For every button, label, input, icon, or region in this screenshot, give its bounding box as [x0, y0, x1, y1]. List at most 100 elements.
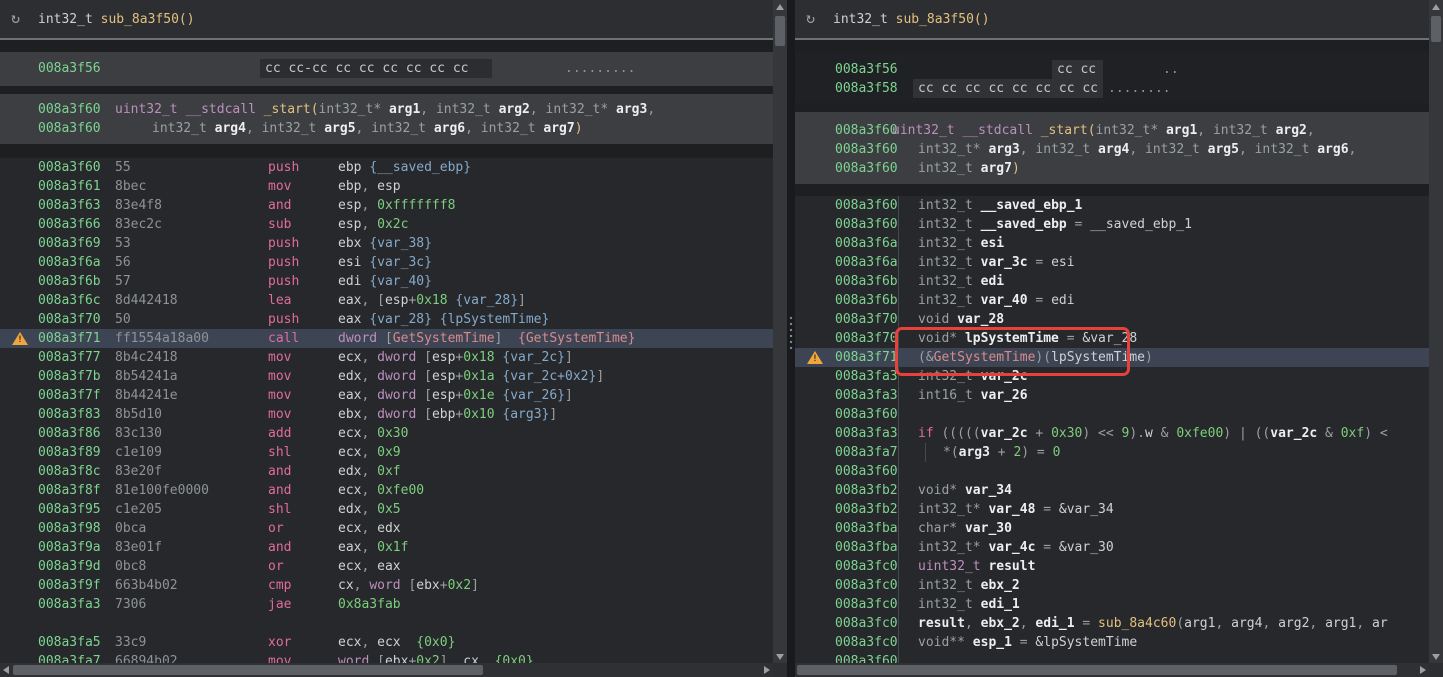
hlil-row[interactable]: 008a3fc0int32_t edi_1	[795, 595, 1429, 614]
byte-row[interactable]: 008a3f56cc cc..	[795, 60, 1429, 79]
disasm-row[interactable]: 008a3f980bcaorecx, edx	[0, 519, 773, 538]
operands: edi {var_40}	[338, 272, 432, 291]
byte-row[interactable]: 008a3f58cc cc cc cc cc cc cc cc........	[795, 79, 1429, 98]
disasm-row[interactable]: 008a3f6383e4f8andesp, 0xfffffff8	[0, 196, 773, 215]
address: 008a3f6a	[835, 253, 898, 272]
hlil-row[interactable]: 008a3f60	[795, 462, 1429, 481]
disasm-row[interactable]: 008a3fa533c9xorecx, ecx {0x0}	[0, 633, 773, 652]
disasm-row[interactable]: 008a3f9a83e01fandeax, 0x1f	[0, 538, 773, 557]
scroll-left-arrow[interactable]	[0, 663, 14, 677]
disasm-row[interactable]: 008a3f7050pusheax {var_28} {lpSystemTime…	[0, 310, 773, 329]
scrollbar-thumb[interactable]	[797, 665, 1397, 675]
code-token: arg6	[1317, 142, 1348, 157]
hlil-row[interactable]: 008a3f6bint32_t edi	[795, 272, 1429, 291]
code-token: 0x9	[377, 445, 400, 460]
hlil-row[interactable]: 008a3f60	[795, 652, 1429, 663]
byte-row[interactable]: 008a3f56 cc cc-cc cc cc cc cc cc cc ....…	[0, 59, 773, 78]
hlil-row[interactable]: 008a3fb2int32_t* var_48 = &var_34	[795, 500, 1429, 519]
hlil-row[interactable]: 008a3f70void var_28	[795, 310, 1429, 329]
code-token: int32_t	[918, 255, 981, 270]
hlil-row[interactable]: 008a3fb2void* var_34	[795, 481, 1429, 500]
disasm-row[interactable]: 008a3f6c8d442418leaeax, [esp+0x18 {var_2…	[0, 291, 773, 310]
scrollbar-thumb[interactable]	[1431, 16, 1441, 42]
code-token	[491, 102, 499, 117]
disasm-row[interactable]: 008a3f6683ec2csubesp, 0x2c	[0, 215, 773, 234]
address: 008a3fa3	[835, 367, 898, 386]
disasm-row[interactable]: 008a3fa766894b02movword [ebx+0x2], cx {0…	[0, 652, 773, 663]
address: 008a3fa3	[835, 386, 898, 405]
disasm-row[interactable]: 008a3f71ff1554a18a00calldword [GetSystem…	[0, 329, 773, 348]
code-token: int32_t	[481, 121, 536, 136]
signature-row[interactable]: 008a3f60int32_t* arg3, int32_t arg4, int…	[795, 140, 1429, 159]
scrollbar-thumb[interactable]	[775, 16, 785, 46]
disasm-row[interactable]: 008a3f6055pushebp {__saved_ebp}	[0, 158, 773, 177]
code-token: esp	[377, 179, 400, 194]
code-token: ebx	[338, 407, 361, 422]
address: 008a3f56	[835, 60, 898, 79]
disasm-row[interactable]: 008a3f8f81e100fe0000andecx, 0xfe00	[0, 481, 773, 500]
signature-row[interactable]: 008a3f60int32_t arg4, int32_t arg5, int3…	[0, 119, 773, 138]
hlil-row[interactable]: 008a3fa3if (((((var_2c + 0x30) << 9).w &…	[795, 424, 1429, 443]
scroll-right-arrow[interactable]	[759, 663, 773, 677]
hlil-row[interactable]: 008a3fc0uint32_t result	[795, 557, 1429, 576]
hlil-row[interactable]: 008a3fa3int32_t var_2c	[795, 367, 1429, 386]
signature-row[interactable]: 008a3f60int32_t arg7)	[795, 159, 1429, 178]
operands: eax, [esp+0x18 {var_28}]	[338, 291, 526, 310]
pane-splitter[interactable]	[787, 0, 795, 677]
disasm-row[interactable]: 008a3f95c1e205shledx, 0x5	[0, 500, 773, 519]
code-token: __stdcall	[962, 123, 1032, 138]
disasm-row[interactable]: 008a3fa37306jae0x8a3fab	[0, 595, 773, 614]
hlil-row[interactable]: 008a3fbachar* var_30	[795, 519, 1429, 538]
hlil-row[interactable]: 008a3fa3int16_t var_26	[795, 386, 1429, 405]
disasm-row[interactable]: 008a3f6b57pushedi {var_40}	[0, 272, 773, 291]
address: 008a3f77	[38, 348, 101, 367]
disasm-row[interactable]: 008a3f9f663b4b02cmpcx, word [ebx+0x2]	[0, 576, 773, 595]
hlil-row[interactable]: 008a3f71(&GetSystemTime)(lpSystemTime)	[795, 348, 1429, 367]
disasm-row[interactable]	[0, 614, 773, 633]
code-token: =	[1012, 635, 1035, 650]
disasm-row[interactable]: 008a3f778b4c2418movecx, dword [esp+0x18 …	[0, 348, 773, 367]
disasm-row[interactable]: 008a3f9d0bc8orecx, eax	[0, 557, 773, 576]
address: 008a3f70	[835, 310, 898, 329]
mnemonic: mov	[268, 177, 291, 196]
scroll-right-arrow[interactable]	[1415, 663, 1429, 677]
hlil-row[interactable]: 008a3fc0int32_t ebx_2	[795, 576, 1429, 595]
disasm-row[interactable]: 008a3f618becmovebp, esp	[0, 177, 773, 196]
hlil-row[interactable]: 008a3fa7*(arg3 + 2) = 0	[795, 443, 1429, 462]
disasm-row[interactable]: 008a3f8683c130addecx, 0x30	[0, 424, 773, 443]
operands: edx, 0x5	[338, 500, 401, 519]
disasm-row[interactable]: 008a3f6953pushebx {var_38}	[0, 234, 773, 253]
code-token: int32_t*	[918, 540, 988, 555]
hlil-row[interactable]: 008a3fc0result, ebx_2, edi_1 = sub_8a4c6…	[795, 614, 1429, 633]
hlil-row[interactable]: 008a3f60int32_t __saved_ebp = __saved_eb…	[795, 215, 1429, 234]
hlil-row[interactable]: 008a3f70void* lpSystemTime = &var_28	[795, 329, 1429, 348]
hlil-row[interactable]: 008a3f6aint32_t esi	[795, 234, 1429, 253]
signature-code: uint32_t __stdcall _start(int32_t* arg1,…	[115, 100, 655, 119]
signature-row[interactable]: 008a3f60uint32_t __stdcall _start(int32_…	[0, 100, 773, 119]
disasm-row[interactable]: 008a3f6a56pushesi {var_3c}	[0, 253, 773, 272]
hlil-row[interactable]: 008a3f60	[795, 405, 1429, 424]
vertical-scrollbar[interactable]	[1429, 0, 1443, 663]
scroll-up-arrow[interactable]	[1429, 0, 1443, 14]
disasm-row[interactable]: 008a3f838b5d10movebx, dword [ebp+0x10 {a…	[0, 405, 773, 424]
disasm-row[interactable]: 008a3f7f8b44241emoveax, dword [esp+0x1e …	[0, 386, 773, 405]
horizontal-scrollbar[interactable]	[795, 663, 1429, 677]
signature-row[interactable]: 008a3f60uint32_t __stdcall _start(int32_…	[795, 121, 1429, 140]
disasm-row[interactable]: 008a3f7b8b54241amovedx, dword [esp+0x1a …	[0, 367, 773, 386]
hlil-row[interactable]: 008a3f6bint32_t var_40 = edi	[795, 291, 1429, 310]
hlil-row[interactable]: 008a3fc0void** esp_1 = &lpSystemTime	[795, 633, 1429, 652]
instruction-bytes: 83ec2c	[115, 215, 162, 234]
code-token: ,	[530, 102, 546, 117]
hlil-row[interactable]: 008a3f6aint32_t var_3c = esi	[795, 253, 1429, 272]
disasm-row[interactable]: 008a3f89c1e109shlecx, 0x9	[0, 443, 773, 462]
scroll-down-arrow[interactable]	[773, 649, 787, 663]
hlil-row[interactable]: 008a3fbaint32_t* var_4c = &var_30	[795, 538, 1429, 557]
scroll-down-arrow[interactable]	[1429, 649, 1443, 663]
vertical-scrollbar[interactable]	[773, 0, 787, 663]
disasm-row[interactable]: 008a3f8c83e20fandedx, 0xf	[0, 462, 773, 481]
splitter-drag-handle[interactable]	[789, 315, 793, 351]
scroll-up-arrow[interactable]	[773, 0, 787, 14]
hlil-row[interactable]: 008a3f60int32_t __saved_ebp_1	[795, 196, 1429, 215]
horizontal-scrollbar[interactable]	[0, 663, 773, 677]
scrollbar-thumb[interactable]	[13, 665, 483, 675]
